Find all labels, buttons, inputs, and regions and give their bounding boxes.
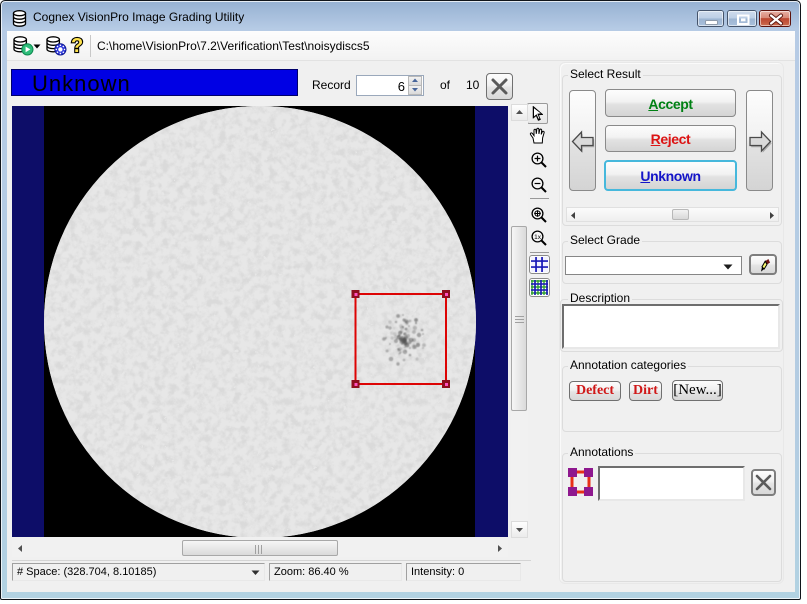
svg-text:1x: 1x [534, 234, 542, 241]
svg-text:?: ? [71, 35, 83, 56]
